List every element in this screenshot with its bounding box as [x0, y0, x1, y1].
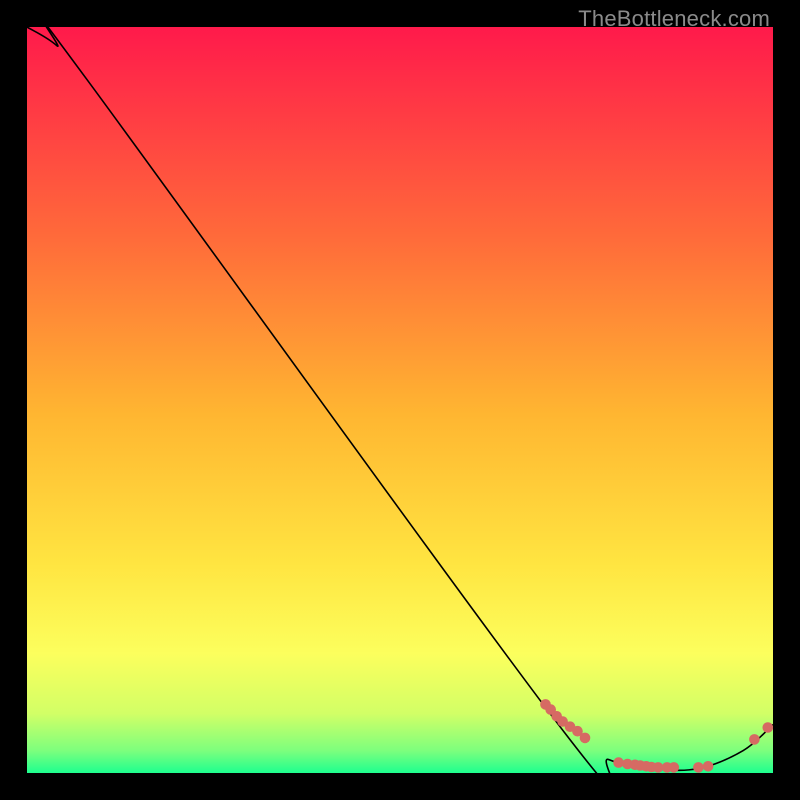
curve-marker	[693, 762, 704, 773]
gradient-background	[27, 27, 773, 773]
plot-area	[27, 27, 773, 773]
chart-stage: TheBottleneck.com	[0, 0, 800, 800]
curve-marker	[613, 757, 624, 768]
curve-marker	[703, 761, 714, 772]
curve-marker	[669, 762, 680, 773]
curve-marker	[763, 722, 774, 733]
chart-svg	[27, 27, 773, 773]
curve-marker	[580, 733, 591, 744]
curve-marker	[749, 734, 760, 745]
